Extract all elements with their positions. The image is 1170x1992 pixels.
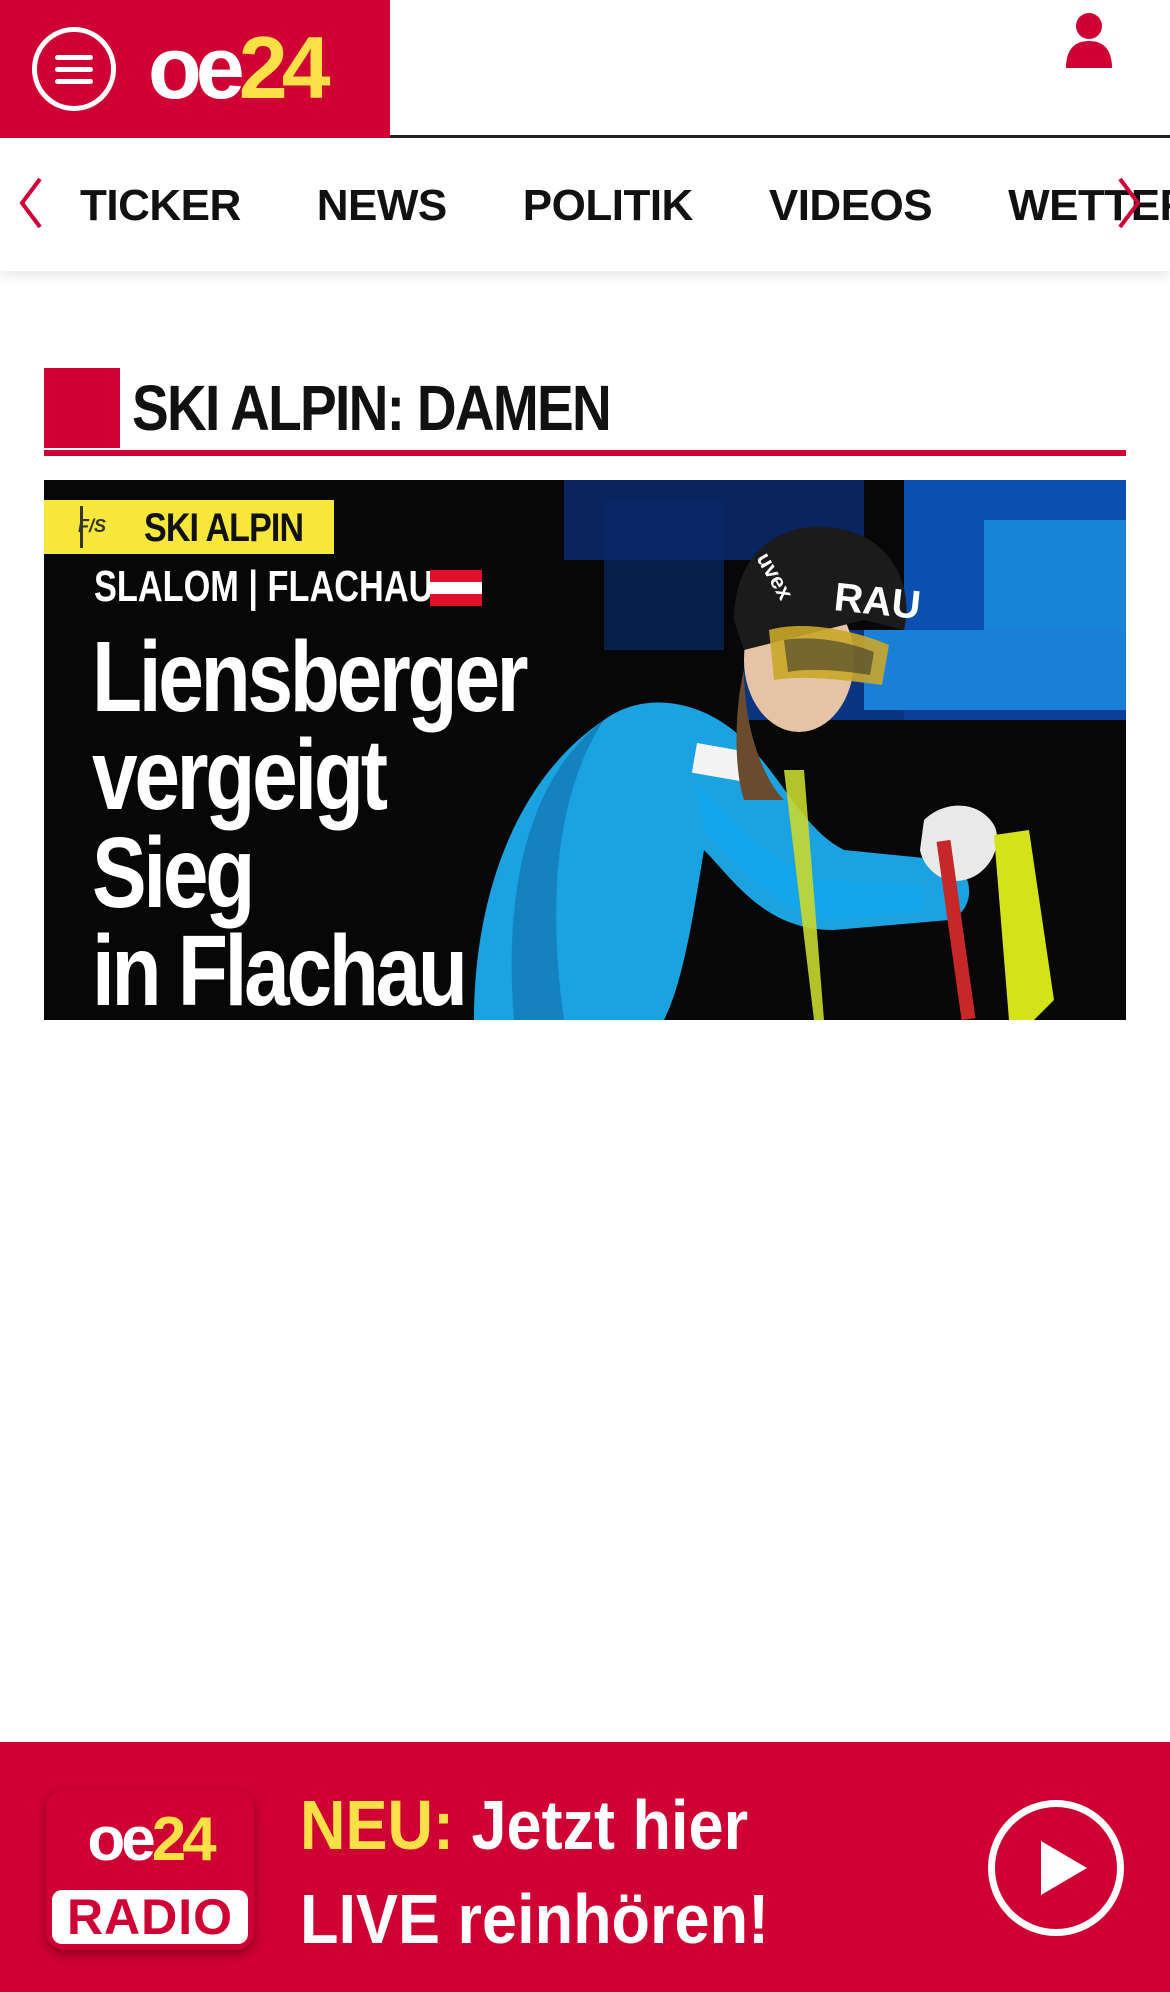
main-nav: TICKER NEWS POLITIK VIDEOS WETTER [0, 141, 1170, 271]
nav-item-politik[interactable]: POLITIK [523, 181, 694, 231]
hamburger-menu-icon[interactable] [32, 27, 116, 111]
section-title: SKI ALPIN: DAMEN [132, 372, 612, 444]
nav-item-videos[interactable]: VIDEOS [769, 181, 933, 231]
brand-block: oe24 [0, 0, 390, 138]
site-header: oe24 [0, 0, 1170, 138]
site-logo[interactable]: oe24 [148, 20, 331, 116]
chevron-right-icon[interactable] [1114, 175, 1144, 231]
teaser-subline: SLALOM | FLACHAU [94, 562, 434, 611]
radio-promo-bar[interactable]: oe24 RADIO NEU: Jetzt hier LIVE reinhöre… [0, 1742, 1170, 1992]
chevron-left-icon[interactable] [16, 175, 46, 231]
nav-item-wetter[interactable]: WETTER [1008, 181, 1170, 231]
category-label: F/S SKI ALPIN [44, 500, 334, 554]
section-underline [44, 450, 1126, 456]
helmet-text: RAU [832, 575, 923, 628]
teaser-headline: Liensberger vergeigt Sieg in Flachau [92, 621, 529, 1020]
radio-neu-label: NEU: [300, 1786, 454, 1864]
nav-item-ticker[interactable]: TICKER [80, 181, 241, 231]
category-label-text: SKI ALPIN [144, 506, 304, 550]
play-icon[interactable] [988, 1800, 1124, 1936]
user-icon[interactable] [1064, 12, 1114, 70]
section-heading: SKI ALPIN: DAMEN [44, 368, 1126, 456]
radio-promo-text: NEU: Jetzt hier LIVE reinhören! [300, 1786, 770, 1958]
article-teaser[interactable]: RAU uvex F/S SKI ALPIN SLALOM | FLACHAU … [44, 480, 1126, 1020]
austria-flag-icon [430, 570, 482, 606]
fis-logo: F/S [78, 516, 107, 536]
radio-logo: oe24 RADIO [46, 1790, 254, 1950]
radio-logo-label: RADIO [52, 1890, 248, 1944]
nav-item-news[interactable]: NEWS [317, 181, 448, 231]
section-marker [44, 368, 120, 448]
